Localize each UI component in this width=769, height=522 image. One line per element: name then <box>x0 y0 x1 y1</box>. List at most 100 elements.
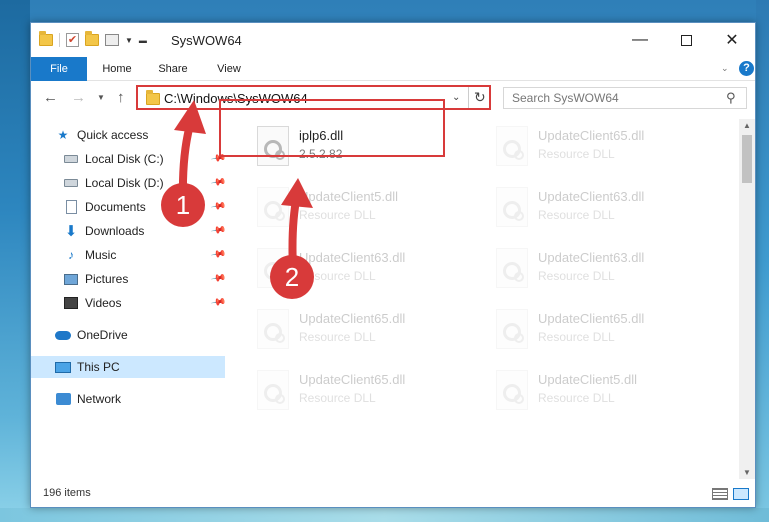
nav-item-label: Music <box>85 248 117 262</box>
dll-file-icon <box>496 309 528 349</box>
pin-icon[interactable]: 📌 <box>210 270 227 286</box>
window-title: SysWOW64 <box>171 33 242 48</box>
music-icon: ♪ <box>68 248 74 262</box>
toolbar-menu-icon[interactable]: ▬ <box>139 36 147 45</box>
properties-check-icon[interactable]: ✔ <box>66 33 79 47</box>
nav-item-documents[interactable]: Documents <box>63 196 146 218</box>
tab-home[interactable]: Home <box>89 57 145 81</box>
file-name: UpdateClient65.dll <box>299 311 406 326</box>
file-name: UpdateClient65.dll <box>538 128 645 143</box>
file-name: UpdateClient65.dll <box>299 372 406 387</box>
folder-icon <box>39 31 53 46</box>
dll-file-icon <box>496 248 528 288</box>
scroll-up-icon[interactable]: ▲ <box>743 121 751 130</box>
file-description: Resource DLL <box>538 208 615 222</box>
file-item[interactable]: UpdateClient63.dll Resource DLL <box>490 244 716 302</box>
disk-icon <box>63 176 79 190</box>
dll-file-icon <box>257 370 289 410</box>
pin-icon[interactable]: 📌 <box>210 246 227 262</box>
item-count: 196 items <box>43 487 91 499</box>
small-gear-icon <box>514 333 524 343</box>
vertical-scrollbar[interactable]: ▲ ▼ <box>739 119 755 479</box>
tab-view[interactable]: View <box>201 57 257 81</box>
nav-item-label: Videos <box>85 296 122 310</box>
nav-item-videos[interactable]: Videos <box>63 292 121 314</box>
file-item[interactable]: UpdateClient5.dll Resource DLL <box>251 183 477 241</box>
file-item[interactable]: UpdateClient65.dll Resource DLL <box>251 366 477 424</box>
refresh-icon[interactable]: ↻ <box>474 89 486 106</box>
navigation-pane: ★ Quick access Local Disk (C:) 📌 Local D… <box>31 119 227 475</box>
maximize-icon <box>680 34 692 46</box>
file-name: UpdateClient65.dll <box>538 311 645 326</box>
file-item[interactable]: UpdateClient5.dll Resource DLL <box>490 366 716 424</box>
pin-icon[interactable]: 📌 <box>210 294 227 310</box>
file-highlight-box <box>219 99 445 157</box>
nav-item-downloads[interactable]: ⬇ Downloads <box>63 220 145 242</box>
customize-dropdown-icon[interactable]: ▼ <box>125 36 133 45</box>
dll-file-icon <box>496 370 528 410</box>
pin-icon[interactable]: 📌 <box>210 198 227 214</box>
nav-item-local-disk-d[interactable]: Local Disk (D:) <box>63 172 164 194</box>
file-item[interactable]: UpdateClient65.dll Resource DLL <box>251 305 477 363</box>
nav-item-label: Local Disk (C:) <box>85 152 164 166</box>
back-arrow-icon[interactable]: ← <box>43 89 58 106</box>
pin-icon[interactable]: 📌 <box>210 174 227 190</box>
star-icon: ★ <box>57 128 69 142</box>
dll-file-icon <box>257 309 289 349</box>
scrollbar-thumb[interactable] <box>742 135 752 183</box>
expand-ribbon-icon[interactable]: ⌄ <box>721 63 729 74</box>
dll-file-icon <box>257 187 289 227</box>
large-icons-view-icon[interactable] <box>733 488 749 500</box>
recent-locations-icon[interactable]: ▼ <box>97 93 105 102</box>
search-box[interactable]: Search SysWOW64 ⚲ <box>503 87 747 109</box>
forward-arrow-icon[interactable]: → <box>71 89 86 106</box>
file-name: UpdateClient5.dll <box>538 372 638 387</box>
downloads-icon: ⬇ <box>64 223 78 240</box>
nav-item-pictures[interactable]: Pictures <box>63 268 128 290</box>
documents-icon <box>63 200 79 214</box>
nav-item-local-disk-c[interactable]: Local Disk (C:) <box>63 148 164 170</box>
title-bar: ✔ ▼ ▬ SysWOW64 — ✕ <box>31 23 755 57</box>
file-description: Resource DLL <box>538 147 615 161</box>
toolbar-separator <box>59 33 60 47</box>
new-folder-icon[interactable] <box>85 31 99 46</box>
file-description: Resource DLL <box>538 330 615 344</box>
step-2-badge: 2 <box>270 255 314 299</box>
file-description: Resource DLL <box>299 208 376 222</box>
step-1-badge: 1 <box>161 183 205 227</box>
up-arrow-icon[interactable]: ↑ <box>117 89 125 106</box>
maximize-button[interactable] <box>663 23 709 57</box>
file-name: UpdateClient63.dll <box>299 250 406 265</box>
dll-file-icon <box>496 126 528 166</box>
address-dropdown-icon[interactable]: ⌄ <box>452 92 460 103</box>
small-gear-icon <box>275 333 285 343</box>
scroll-down-icon[interactable]: ▼ <box>743 468 751 477</box>
address-separator <box>468 87 469 108</box>
nav-item-label: Pictures <box>85 272 129 286</box>
nav-quick-access-label: Quick access <box>77 128 149 142</box>
nav-this-pc[interactable]: This PC <box>31 356 225 378</box>
details-view-icon[interactable] <box>712 488 728 500</box>
customize-icon[interactable] <box>105 34 119 46</box>
nav-quick-access[interactable]: ★ Quick access <box>55 124 149 146</box>
close-button[interactable]: ✕ <box>709 23 755 57</box>
nav-onedrive[interactable]: OneDrive <box>55 324 128 346</box>
search-placeholder[interactable]: Search SysWOW64 <box>512 91 619 105</box>
small-gear-icon <box>275 394 285 404</box>
help-icon[interactable]: ? <box>739 61 754 76</box>
nav-item-music[interactable]: ♪ Music <box>63 244 116 266</box>
nav-network[interactable]: Network <box>55 388 121 410</box>
file-item[interactable]: UpdateClient63.dll Resource DLL <box>490 183 716 241</box>
tab-share[interactable]: Share <box>145 57 201 81</box>
tab-file[interactable]: File <box>31 57 87 81</box>
desktop-background-left <box>0 0 30 522</box>
minimize-button[interactable]: — <box>617 23 663 57</box>
videos-icon <box>63 296 79 310</box>
file-item[interactable]: UpdateClient65.dll Resource DLL <box>490 305 716 363</box>
search-icon[interactable]: ⚲ <box>726 90 736 106</box>
file-item[interactable]: UpdateClient65.dll Resource DLL <box>490 122 716 180</box>
desktop-background-bottom <box>0 508 769 522</box>
file-description: Resource DLL <box>299 330 376 344</box>
file-description: Resource DLL <box>538 391 615 405</box>
pin-icon[interactable]: 📌 <box>210 222 227 238</box>
